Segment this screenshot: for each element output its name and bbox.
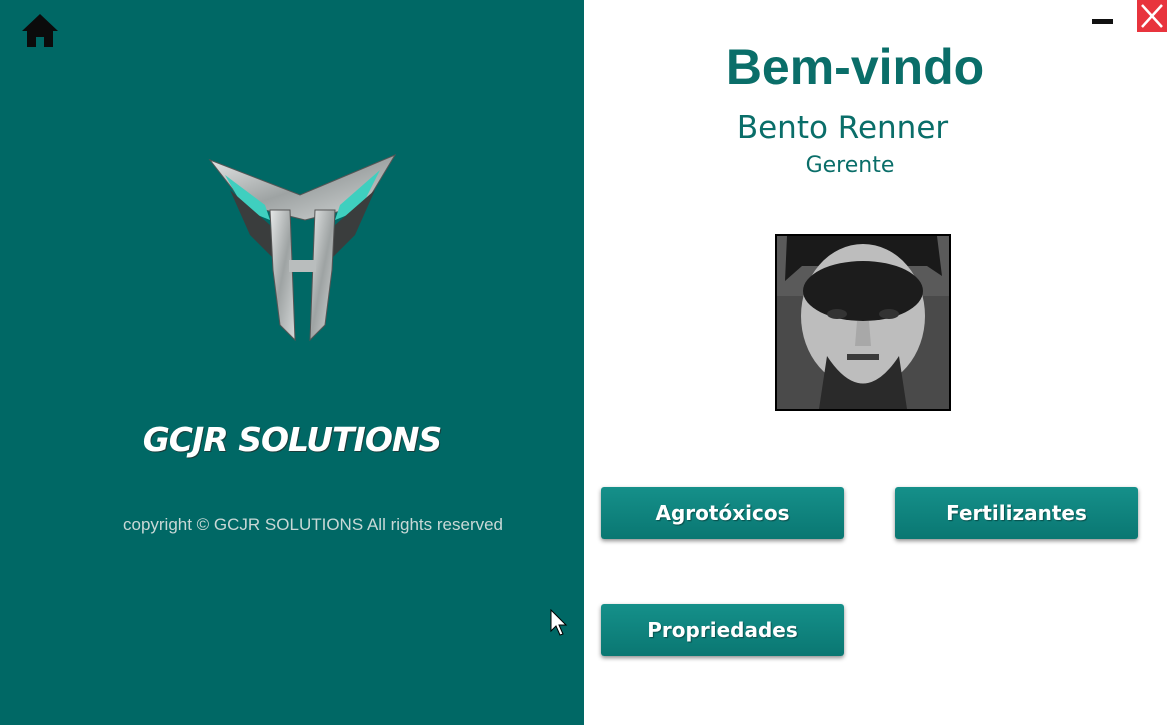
gcjr-logo (208, 153, 397, 342)
sidebar-panel: GCJR SOLUTIONS copyright © GCJR SOLUTION… (0, 0, 584, 725)
brand-name: GCJR SOLUTIONS (142, 420, 443, 459)
mouse-cursor-icon (550, 609, 568, 636)
minimize-icon[interactable] (1090, 12, 1114, 32)
agrotoxicos-button[interactable]: Agrotóxicos (601, 487, 844, 539)
page-title: Bem-vindo (725, 39, 985, 95)
copyright-text: copyright © GCJR SOLUTIONS All rights re… (122, 515, 504, 534)
avatar (775, 234, 951, 411)
home-icon[interactable] (20, 10, 60, 50)
fertilizantes-button[interactable]: Fertilizantes (895, 487, 1138, 539)
propriedades-button[interactable]: Propriedades (601, 604, 844, 656)
user-name: Bento Renner (736, 110, 949, 146)
user-role: Gerente (805, 153, 895, 178)
close-icon[interactable] (1137, 0, 1167, 32)
